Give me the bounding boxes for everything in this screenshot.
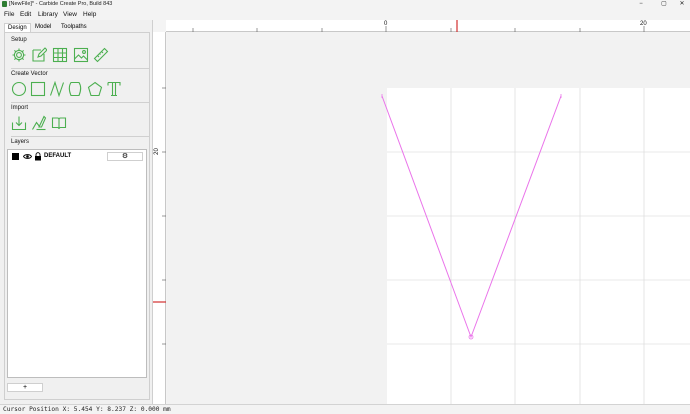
close-button[interactable]: ✕: [674, 0, 690, 9]
app-icon: [2, 1, 7, 7]
import-icon[interactable]: [11, 115, 27, 131]
tab-design[interactable]: Design: [4, 23, 31, 32]
layer-settings-button[interactable]: ⚙: [107, 152, 143, 161]
layer-name: DEFAULT: [44, 153, 72, 159]
ruler-icon[interactable]: [93, 47, 109, 63]
ruler-label-y20: 20: [153, 148, 160, 155]
menu-view[interactable]: View: [63, 9, 77, 20]
title-bar: [NewFile]* - Carbide Create Pro, Build 8…: [0, 0, 690, 9]
book-icon[interactable]: [51, 115, 67, 131]
section-divider: [11, 102, 149, 103]
rectangle-icon[interactable]: [30, 81, 46, 97]
layer-row[interactable]: DEFAULT ⚙: [10, 152, 144, 162]
section-divider: [11, 136, 149, 137]
section-divider: [11, 68, 149, 69]
window-title: [NewFile]* - Carbide Create Pro, Build 8…: [9, 1, 113, 7]
text-icon[interactable]: [106, 81, 122, 97]
section-create-vector: Create Vector: [11, 71, 48, 77]
lock-icon[interactable]: [34, 152, 42, 161]
pentagon-icon[interactable]: [87, 81, 103, 97]
ruler-label-x20: 20: [640, 21, 647, 27]
menu-bar: File Edit Library View Help: [0, 9, 690, 20]
image-icon[interactable]: [73, 47, 89, 63]
grid-icon[interactable]: [52, 47, 68, 63]
add-layer-button[interactable]: +: [7, 383, 43, 392]
curve-icon[interactable]: [49, 81, 65, 97]
design-panel: Design Model Toolpaths Setup Create Vect…: [0, 20, 153, 404]
polygon-icon[interactable]: [67, 81, 83, 97]
material-work-area[interactable]: [387, 88, 690, 404]
maximize-button[interactable]: ▢: [656, 0, 672, 9]
minimize-button[interactable]: −: [633, 0, 649, 9]
status-bar: Cursor Position X: 5.454 Y: 8.237 Z: 0.0…: [0, 404, 690, 414]
circle-icon[interactable]: [11, 81, 27, 97]
tab-model[interactable]: Model: [32, 23, 54, 32]
section-setup: Setup: [11, 37, 27, 43]
menu-edit[interactable]: Edit: [20, 9, 31, 20]
section-import: Import: [11, 105, 29, 111]
layers-list: DEFAULT ⚙: [7, 149, 147, 378]
section-layers: Layers: [11, 139, 30, 145]
panel-content: Setup Create Vector Import Layers DEFAUL…: [4, 32, 150, 400]
tab-toolpaths[interactable]: Toolpaths: [58, 23, 90, 32]
ruler-label-x0: 0: [384, 21, 388, 27]
ruler-top: 0 20: [166, 20, 690, 32]
gear-icon[interactable]: [11, 47, 27, 63]
menu-library[interactable]: Library: [38, 9, 58, 20]
menu-help[interactable]: Help: [83, 9, 96, 20]
cursor-position: Cursor Position X: 5.454 Y: 8.237 Z: 0.0…: [3, 406, 171, 413]
eye-icon[interactable]: [22, 152, 33, 161]
layer-color-swatch[interactable]: [12, 153, 19, 160]
menu-file[interactable]: File: [4, 9, 14, 20]
ruler-left: 20: [153, 32, 166, 404]
import-svg-icon[interactable]: [31, 115, 47, 131]
edit-icon[interactable]: [31, 47, 47, 63]
